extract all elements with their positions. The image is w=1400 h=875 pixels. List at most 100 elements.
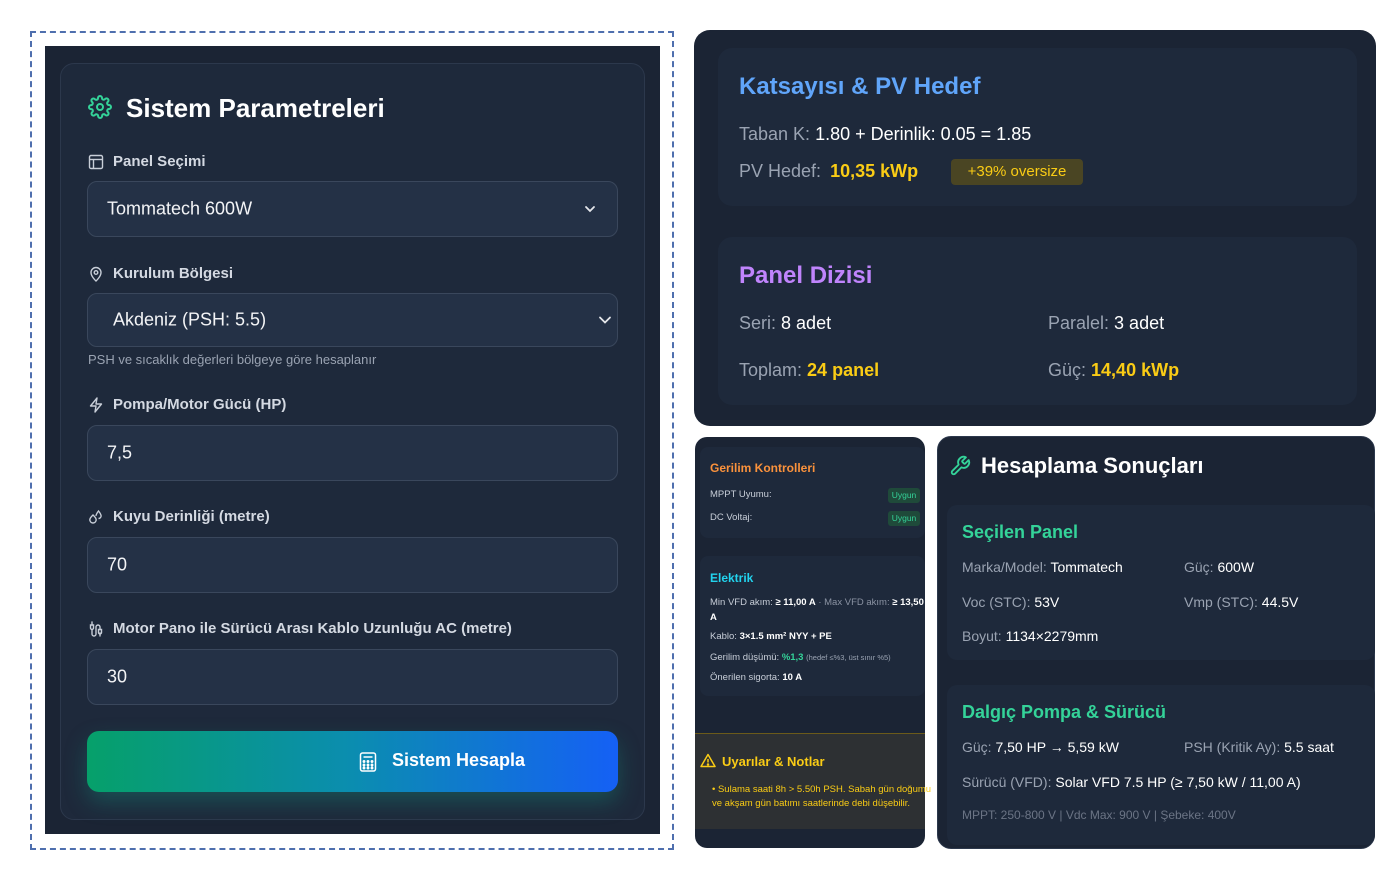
voltage-checks-title: Gerilim Kontrolleri — [710, 461, 816, 475]
series-row: Seri: 8 adet — [739, 313, 831, 334]
vfd-row: Sürücü (VFD): Solar VFD 7.5 HP (≥ 7,50 k… — [962, 774, 1301, 790]
pv-target-label: PV Hedef: — [739, 161, 822, 181]
parallel-label: Paralel: — [1048, 313, 1110, 333]
fuse-value: 10 A — [782, 672, 803, 683]
oversize-badge: +39% oversize — [951, 159, 1083, 185]
series-value: 8 adet — [781, 313, 832, 333]
region-select[interactable]: Akdeniz (PSH: 5.5) — [87, 293, 618, 347]
coefficient-title: Katsayısı & PV Hedef — [739, 73, 981, 100]
mppt-label: MPPT Uyumu: — [710, 489, 772, 500]
parameters-title: Sistem Parametreleri — [126, 93, 385, 123]
well-depth-input[interactable]: 70 — [87, 537, 618, 593]
voc-label: Voc (STC): — [962, 594, 1031, 610]
gear-icon — [88, 95, 112, 119]
voltage-drop-row: Gerilim düşümü: %1,3 (hedef ≤%3, üst sın… — [710, 652, 891, 663]
dc-voltage-label: DC Voltaj: — [710, 512, 753, 523]
brand-row: Marka/Model: Tommatech — [962, 559, 1123, 575]
voc-row: Voc (STC): 53V — [962, 594, 1059, 610]
array-power-label: Güç: — [1048, 360, 1087, 380]
voltage-drop-label: Gerilim düşümü: — [710, 652, 780, 663]
results-title: Hesaplama Sonuçları — [981, 453, 1204, 478]
pv-target-value: 10,35 kWp — [830, 161, 919, 181]
pump-power-row: Güç: 7,50 HP → 5,59 kW — [962, 739, 1119, 755]
panel-array-title: Panel Dizisi — [739, 262, 873, 289]
pump-power-value: 7,5 — [107, 442, 133, 463]
pump-power-label: Pompa/Motor Gücü (HP) — [113, 396, 287, 413]
warning-icon — [700, 753, 716, 768]
calculate-button-label: Sistem Hesapla — [392, 750, 526, 770]
vmp-value: 44.5V — [1261, 594, 1299, 610]
brand-value: Tommatech — [1050, 559, 1123, 575]
cable-row: Kablo: 3×1.5 mm² NYY + PE — [710, 631, 832, 642]
brand-label: Marka/Model: — [962, 559, 1047, 575]
vmp-label: Vmp (STC): — [1184, 594, 1258, 610]
base-k-value: 1.80 + Derinlik: 0.05 = 1.85 — [815, 124, 1032, 144]
parallel-value: 3 adet — [1114, 313, 1165, 333]
fuse-label: Önerilen sigorta: — [710, 672, 780, 683]
pump-power-input[interactable]: 7,5 — [87, 425, 618, 481]
size-label: Boyut: — [962, 628, 1002, 644]
cable-label: Kablo: — [710, 631, 737, 642]
cable-value: 3×1.5 mm² NYY + PE — [739, 631, 832, 642]
well-depth-value: 70 — [107, 554, 128, 575]
voltage-drop-value: %1,3 — [781, 652, 804, 663]
panel-select[interactable]: Tommatech 600W — [87, 181, 618, 237]
vfd-current-row: Min VFD akım: ≥ 11,00 A · Max VFD akım: … — [710, 597, 924, 608]
cable-length-label: Motor Pano ile Sürücü Arası Kablo Uzunlu… — [113, 620, 512, 637]
vfd-min-label: Min VFD akım: — [710, 597, 773, 608]
voc-value: 53V — [1034, 594, 1060, 610]
panel-power-value: 600W — [1217, 559, 1255, 575]
total-row: Toplam: 24 panel — [739, 360, 879, 381]
vfd-value: Solar VFD 7.5 HP (≥ 7,50 kW / 11,00 A) — [1055, 774, 1301, 790]
region-hint: PSH ve sıcaklık değerleri bölgeye göre h… — [88, 352, 377, 367]
vfd-max-value: ≥ 13,50 — [892, 597, 924, 608]
vfd-min-value: ≥ 11,00 A — [775, 597, 816, 608]
chevron-down-icon — [599, 316, 611, 324]
total-label: Toplam: — [739, 360, 803, 380]
fuse-row: Önerilen sigorta: 10 A — [710, 672, 802, 683]
vfd-max-label: · Max VFD akım: — [818, 597, 890, 608]
warning-line-2: ve akşam gün batımı saatlerinde debi düş… — [712, 798, 911, 809]
size-row: Boyut: 1134×2279mm — [962, 628, 1098, 644]
vfd-unit-value: A — [710, 612, 717, 623]
pump-driver-title: Dalgıç Pompa & Sürücü — [962, 702, 1167, 722]
cable-length-value: 30 — [107, 666, 128, 687]
base-k-label: Taban K: — [739, 124, 811, 144]
chevron-down-icon — [585, 206, 595, 213]
wrench-icon — [950, 455, 971, 476]
voltage-drop-note: (hedef ≤%3, üst sınır %5) — [806, 653, 891, 662]
array-power-row: Güç: 14,40 kWp — [1048, 360, 1179, 381]
panel-select-label: Panel Seçimi — [113, 153, 206, 170]
droplets-icon — [89, 509, 102, 524]
electric-title: Elektrik — [710, 571, 754, 585]
parallel-row: Paralel: 3 adet — [1048, 313, 1164, 334]
well-depth-label: Kuyu Derinliği (metre) — [113, 508, 270, 525]
psh-label: PSH (Kritik Ay): — [1184, 739, 1281, 755]
array-power-value: 14,40 kWp — [1091, 360, 1180, 380]
panel-power-label: Güç: — [1184, 559, 1214, 575]
panel-power-row: Güç: 600W — [1184, 559, 1254, 575]
base-k-row: Taban K: 1.80 + Derinlik: 0.05 = 1.85 — [739, 124, 1031, 145]
mppt-status-badge: Uygun — [888, 488, 920, 503]
panel-select-value: Tommatech 600W — [107, 198, 253, 219]
series-label: Seri: — [739, 313, 777, 333]
lightning-icon — [89, 397, 103, 413]
pump-result-power-label: Güç: — [962, 739, 992, 755]
vmp-row: Vmp (STC): 44.5V — [1184, 594, 1298, 610]
pump-result-power-value: 7,50 HP → 5,59 kW — [995, 739, 1119, 755]
size-value: 1134×2279mm — [1005, 628, 1099, 644]
region-label: Kurulum Bölgesi — [113, 265, 234, 282]
selected-panel-title: Seçilen Panel — [962, 522, 1079, 542]
region-select-value: Akdeniz (PSH: 5.5) — [113, 309, 267, 330]
total-value: 24 panel — [807, 360, 880, 380]
panel-layout-icon — [88, 154, 104, 170]
calculate-system-button[interactable]: Sistem Hesapla — [87, 731, 618, 792]
dc-status-badge: Uygun — [888, 511, 920, 526]
driver-specs-footer: MPPT: 250-800 V | Vdc Max: 900 V | Şebek… — [962, 808, 1236, 822]
cable-length-input[interactable]: 30 — [87, 649, 618, 705]
vfd-unit: A — [710, 612, 717, 623]
pv-target-row: PV Hedef: 10,35 kWp — [739, 161, 918, 182]
cable-icon — [89, 621, 103, 637]
calculator-icon — [359, 752, 377, 772]
warning-line-1: • Sulama saati 8h > 5.50h PSH. Sabah gün… — [712, 784, 932, 795]
